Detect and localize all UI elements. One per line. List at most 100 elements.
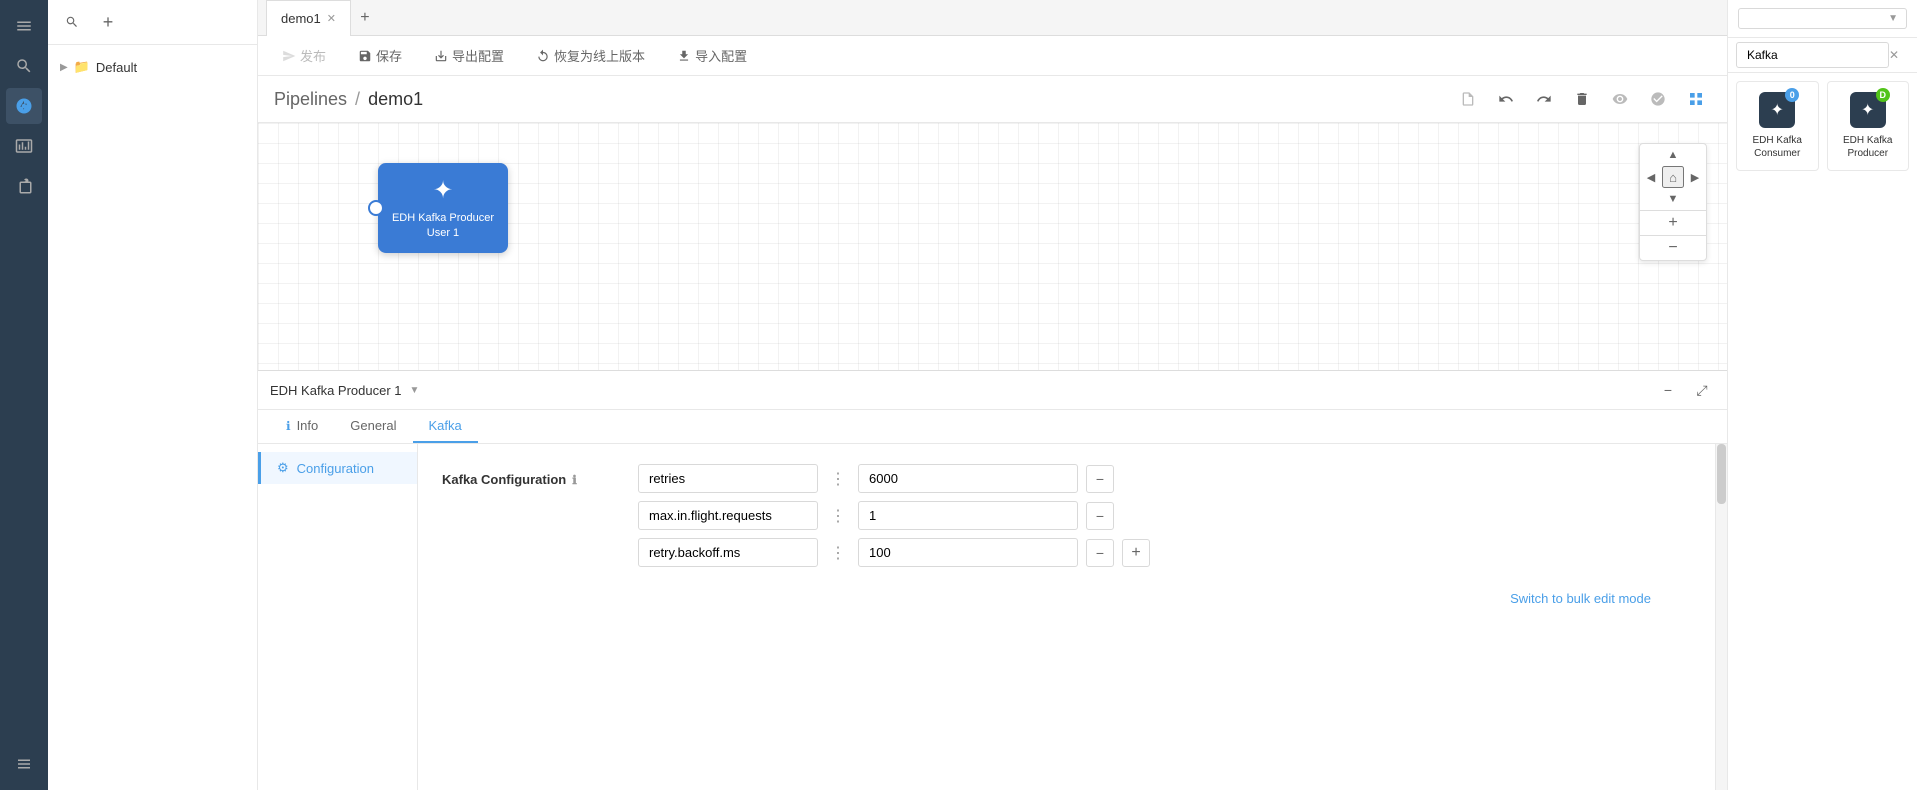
restore-button[interactable]: 恢复为线上版本 xyxy=(528,42,653,69)
kafka-consumer-icon: ✦ 0 xyxy=(1759,92,1795,128)
nav-panel: + ▶ 📁 Default xyxy=(48,0,258,790)
zoom-controls: + − xyxy=(1640,211,1706,260)
bulk-edit-link[interactable]: Switch to bulk edit mode xyxy=(1510,591,1651,606)
remove-row-2[interactable]: − xyxy=(1086,539,1114,567)
drag-handle-0[interactable]: ⋮ xyxy=(826,469,850,489)
bottom-panel-title: EDH Kafka Producer 1 ▼ xyxy=(270,383,419,398)
save-label: 保存 xyxy=(376,46,402,65)
breadcrumb-separator: / xyxy=(355,89,360,110)
sidebar-pipeline-icon[interactable] xyxy=(6,88,42,124)
minimize-button[interactable]: − xyxy=(1655,377,1681,403)
drag-handle-1[interactable]: ⋮ xyxy=(826,506,850,526)
import-button[interactable]: 导入配置 xyxy=(669,42,755,69)
kafka-val-0[interactable] xyxy=(858,464,1078,493)
nav-panel-header: + xyxy=(48,0,257,45)
kafka-producer-icon: ✦ D xyxy=(1850,92,1886,128)
configuration-label: Configuration xyxy=(297,461,374,476)
bottom-panel-controls: − ⤢ xyxy=(1655,377,1715,403)
nav-tree-item-default[interactable]: ▶ 📁 Default xyxy=(48,53,257,81)
tab-info-label: Info xyxy=(297,418,319,433)
sidebar-package-icon[interactable] xyxy=(6,168,42,204)
kafka-val-1[interactable] xyxy=(858,501,1078,530)
tab-close-icon[interactable]: ✕ xyxy=(327,12,336,25)
folder-icon: 📁 xyxy=(74,59,90,75)
node-connector xyxy=(368,200,384,216)
nav-down-button[interactable]: ▼ xyxy=(1662,188,1684,210)
nav-tree-item-label: Default xyxy=(96,60,137,75)
component-type-dropdown[interactable]: ▼ xyxy=(1738,8,1907,29)
publish-button[interactable]: 发布 xyxy=(274,42,334,69)
validate-button[interactable] xyxy=(1643,84,1673,114)
restore-label: 恢复为线上版本 xyxy=(554,46,645,65)
tab-kafka[interactable]: Kafka xyxy=(413,410,478,443)
kafka-row-1: ⋮ − xyxy=(638,501,1691,530)
chevron-down-icon[interactable]: ▼ xyxy=(410,385,420,396)
main-area: demo1 ✕ + 发布 保存 导 xyxy=(258,0,1727,790)
chevron-right-icon: ▶ xyxy=(60,62,68,73)
config-content: Kafka Configuration ℹ ⋮ − xyxy=(418,444,1715,790)
component-kafka-producer[interactable]: ✦ D EDH KafkaProducer xyxy=(1827,81,1910,171)
component-search-input[interactable] xyxy=(1736,42,1889,68)
tab-label: demo1 xyxy=(281,11,321,26)
info-icon: ℹ xyxy=(286,419,291,433)
right-sidebar: ▼ ✕ ✦ 0 EDH KafkaConsumer ✦ D EDH KafkaP… xyxy=(1727,0,1917,790)
zoom-in-button[interactable]: + xyxy=(1640,211,1706,235)
drag-handle-2[interactable]: ⋮ xyxy=(826,543,850,563)
nav-search-button[interactable] xyxy=(58,8,86,36)
sidebar-bottom-icon[interactable] xyxy=(6,746,42,782)
zoom-out-button[interactable]: − xyxy=(1640,236,1706,260)
canvas[interactable]: ✦ EDH Kafka ProducerUser 1 ▲ ◀ ⌂ ▶ ▼ xyxy=(258,123,1727,370)
grid-button[interactable] xyxy=(1681,84,1711,114)
export-label: 导出配置 xyxy=(452,46,504,65)
export-button[interactable]: 导出配置 xyxy=(426,42,512,69)
tab-demo1[interactable]: demo1 ✕ xyxy=(266,0,351,36)
kafka-key-0[interactable] xyxy=(638,464,818,493)
panel-sidebar: ⚙ Configuration xyxy=(258,444,418,790)
kafka-key-2[interactable] xyxy=(638,538,818,567)
save-button[interactable]: 保存 xyxy=(350,42,410,69)
kafka-key-1[interactable] xyxy=(638,501,818,530)
breadcrumb-root[interactable]: Pipelines xyxy=(274,89,347,110)
sidebar-configuration[interactable]: ⚙ Configuration xyxy=(258,452,417,484)
kafka-config-row: Kafka Configuration ℹ ⋮ − xyxy=(442,464,1691,606)
tab-add-button[interactable]: + xyxy=(351,4,379,32)
gear-icon: ⚙ xyxy=(277,460,289,476)
nav-right-button[interactable]: ▶ xyxy=(1684,166,1706,188)
nav-add-button[interactable]: + xyxy=(94,8,122,36)
sidebar-menu-icon[interactable] xyxy=(6,8,42,44)
doc-button[interactable] xyxy=(1453,84,1483,114)
producer-badge: D xyxy=(1876,88,1890,102)
search-clear-icon[interactable]: ✕ xyxy=(1889,48,1899,62)
panel-tabs: ℹ Info General Kafka xyxy=(258,410,1727,444)
nav-left-button[interactable]: ◀ xyxy=(1640,166,1662,188)
remove-row-0[interactable]: − xyxy=(1086,465,1114,493)
toolbar: 发布 保存 导出配置 恢复为线上版本 xyxy=(258,36,1727,76)
kafka-icon: ✦ xyxy=(1771,100,1784,120)
kafka-producer-node[interactable]: ✦ EDH Kafka ProducerUser 1 xyxy=(378,163,508,253)
component-kafka-consumer[interactable]: ✦ 0 EDH KafkaConsumer xyxy=(1736,81,1819,171)
publish-label: 发布 xyxy=(300,46,326,65)
pipeline-header: Pipelines / demo1 xyxy=(258,76,1727,123)
right-sidebar-header: ▼ xyxy=(1728,0,1917,38)
canvas-nav-controls: ▲ ◀ ⌂ ▶ ▼ + − xyxy=(1639,143,1707,261)
tab-bar: demo1 ✕ + xyxy=(258,0,1727,36)
kafka-config-label-text: Kafka Configuration xyxy=(442,472,566,487)
sidebar-monitor-icon[interactable] xyxy=(6,128,42,164)
scrollbar[interactable] xyxy=(1715,444,1727,790)
add-row-button[interactable]: + xyxy=(1122,539,1150,567)
sidebar-search-icon[interactable] xyxy=(6,48,42,84)
remove-row-1[interactable]: − xyxy=(1086,502,1114,530)
kafka-val-2[interactable] xyxy=(858,538,1078,567)
undo-button[interactable] xyxy=(1491,84,1521,114)
kafka-config-info-icon: ℹ xyxy=(572,473,577,487)
consumer-badge: 0 xyxy=(1785,88,1799,102)
tab-general[interactable]: General xyxy=(334,410,412,443)
preview-button[interactable] xyxy=(1605,84,1635,114)
delete-button[interactable] xyxy=(1567,84,1597,114)
tab-info[interactable]: ℹ Info xyxy=(270,410,334,443)
maximize-button[interactable]: ⤢ xyxy=(1689,377,1715,403)
nav-up-button[interactable]: ▲ xyxy=(1662,144,1684,166)
kafka-row-2: ⋮ − + xyxy=(638,538,1691,567)
redo-button[interactable] xyxy=(1529,84,1559,114)
nav-home-button[interactable]: ⌂ xyxy=(1662,166,1684,188)
